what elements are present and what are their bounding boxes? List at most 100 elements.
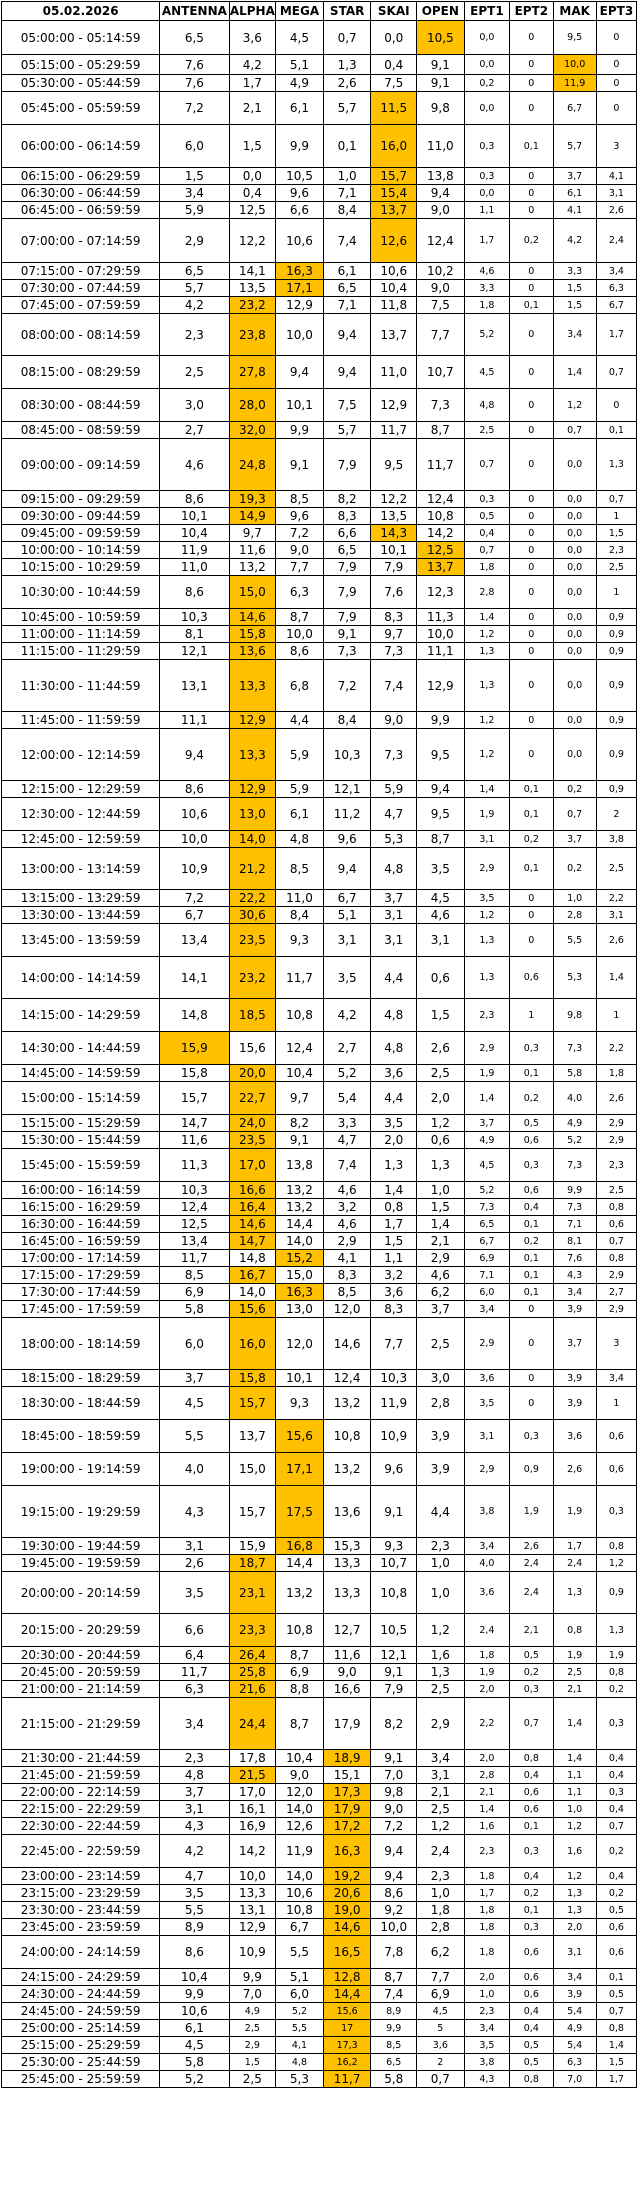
rating-cell: 0,0 — [552, 438, 597, 491]
rating-cell: 4,4 — [415, 1485, 465, 1538]
rating-cell: 1,3 — [370, 1148, 417, 1182]
rating-cell: 11,9 — [275, 1834, 324, 1868]
time-slot: 06:15:00 - 06:29:59 — [0, 167, 161, 185]
rating-cell: 0,1 — [509, 847, 554, 890]
time-slot: 12:30:00 - 12:44:59 — [0, 797, 161, 831]
table-row: 12:30:00 - 12:44:59 10,6 13,0 6,1 11,2 4,7 9,5… — [0, 797, 638, 831]
rating-cell: 12,9 — [275, 296, 324, 314]
rating-cell: 13,2 — [322, 1452, 372, 1486]
table-row: 23:15:00 - 23:29:59 3,5 13,3 10,6 20,6 8,6 1,0… — [0, 1884, 638, 1902]
rating-cell: 11,7 — [159, 1663, 230, 1681]
rating-cell: 17,0 — [228, 1783, 277, 1801]
rating-cell: 8,5 — [159, 1266, 230, 1284]
rating-cell: 0,2 — [595, 1680, 638, 1698]
rating-cell: 3,7 — [159, 1369, 230, 1387]
time-slot: 19:30:00 - 19:44:59 — [0, 1537, 161, 1555]
rating-cell: 7,8 — [370, 1935, 417, 1969]
table-row: 08:00:00 - 08:14:59 2,3 23,8 10,0 9,4 13,7 7,7… — [0, 313, 638, 356]
rating-cell: 10,8 — [415, 507, 465, 525]
rating-cell: 9,6 — [275, 507, 324, 525]
table-row: 22:15:00 - 22:29:59 3,1 16,1 14,0 17,9 9,0 2,5… — [0, 1800, 638, 1818]
rating-cell: 0,0 — [552, 608, 597, 626]
table-row: 09:00:00 - 09:14:59 4,6 24,8 9,1 7,9 9,5 11,7 0… — [0, 438, 638, 491]
table-row: 24:15:00 - 24:29:59 10,4 9,9 5,1 12,8 8,7 7,7 2… — [0, 1968, 638, 1986]
rating-cell: 2,6 — [509, 1537, 554, 1555]
rating-cell: 4,3 — [159, 1817, 230, 1835]
rating-cell: 1,9 — [463, 1064, 511, 1082]
rating-cell: 0,6 — [509, 1181, 554, 1199]
rating-cell: 9,4 — [415, 780, 465, 798]
table-row: 18:00:00 - 18:14:59 6,0 16,0 12,0 14,6 7,7 2,5… — [0, 1317, 638, 1370]
rating-cell: 10,0 — [552, 54, 597, 75]
rating-cell: 3,7 — [552, 167, 597, 185]
table-row: 07:30:00 - 07:44:59 5,7 13,5 17,1 6,5 10,4 9,0… — [0, 279, 638, 297]
rating-cell: 0 — [509, 54, 554, 75]
time-slot: 05:00:00 - 05:14:59 — [0, 20, 161, 55]
table-row: 12:00:00 - 12:14:59 9,4 13,3 5,9 10,3 7,3 9,5 1… — [0, 728, 638, 781]
rating-cell: 0,0 — [463, 20, 511, 55]
table-row: 20:45:00 - 20:59:59 11,7 25,8 6,9 9,0 9,1 1,3 1… — [0, 1663, 638, 1681]
rating-cell: 7,0 — [552, 2070, 597, 2088]
rating-cell: 4,6 — [463, 262, 511, 280]
rating-cell: 17,9 — [322, 1800, 372, 1818]
table-row: 17:15:00 - 17:29:59 8,5 16,7 15,0 8,3 3,2 4,6 7… — [0, 1266, 638, 1284]
rating-cell: 4,3 — [552, 1266, 597, 1284]
rating-cell: 2,4 — [552, 1554, 597, 1572]
rating-cell: 1,4 — [463, 608, 511, 626]
rating-cell: 11,7 — [415, 438, 465, 491]
rating-cell: 1,8 — [463, 1867, 511, 1885]
rating-cell: 0,1 — [509, 296, 554, 314]
time-slot: 23:30:00 - 23:44:59 — [0, 1901, 161, 1919]
rating-cell: 0,1 — [509, 124, 554, 168]
rating-cell: 12,9 — [415, 659, 465, 712]
rating-cell: 4,9 — [228, 2002, 277, 2020]
rating-cell: 9,5 — [370, 438, 417, 491]
rating-cell: 10,3 — [322, 728, 372, 781]
rating-cell: 2,6 — [552, 1452, 597, 1486]
rating-cell: 6,2 — [415, 1935, 465, 1969]
rating-cell: 0 — [509, 1317, 554, 1370]
rating-cell: 8,2 — [370, 1697, 417, 1750]
rating-cell: 3,1 — [159, 1537, 230, 1555]
time-slot: 14:45:00 - 14:59:59 — [0, 1064, 161, 1082]
rating-cell: 3,1 — [370, 923, 417, 957]
rating-cell: 13,8 — [415, 167, 465, 185]
rating-cell: 9,3 — [370, 1537, 417, 1555]
rating-cell: 12,0 — [275, 1317, 324, 1370]
rating-cell: 16,3 — [275, 1283, 324, 1301]
rating-cell: 1,1 — [552, 1766, 597, 1784]
table-row: 06:15:00 - 06:29:59 1,5 0,0 10,5 1,0 15,7 13,8… — [0, 167, 638, 185]
time-slot: 20:00:00 - 20:14:59 — [0, 1571, 161, 1614]
rating-cell: 9,4 — [370, 1867, 417, 1885]
rating-cell: 0,7 — [552, 797, 597, 831]
rating-cell: 0,3 — [463, 167, 511, 185]
rating-cell: 1,0 — [415, 1181, 465, 1199]
rating-cell: 8,9 — [159, 1918, 230, 1936]
rating-cell: 10,7 — [415, 355, 465, 389]
rating-cell: 0,1 — [595, 421, 638, 439]
table-row: 14:45:00 - 14:59:59 15,8 20,0 10,4 5,2 3,6 2,5… — [0, 1064, 638, 1082]
rating-cell: 0,3 — [463, 124, 511, 168]
rating-cell: 0,3 — [595, 1485, 638, 1538]
rating-cell: 15,3 — [322, 1537, 372, 1555]
rating-cell: 5,1 — [275, 1968, 324, 1986]
rating-cell: 0,6 — [415, 1131, 465, 1149]
rating-cell: 1 — [595, 575, 638, 609]
rating-cell: 11,1 — [159, 711, 230, 729]
rating-cell: 1,7 — [370, 1215, 417, 1233]
rating-cell: 3,5 — [463, 2036, 511, 2054]
rating-cell: 0,0 — [463, 91, 511, 125]
rating-cell: 0,7 — [595, 490, 638, 508]
rating-cell: 0 — [509, 91, 554, 125]
table-row: 10:45:00 - 10:59:59 10,3 14,6 8,7 7,9 8,3 11,3… — [0, 608, 638, 626]
time-slot: 21:30:00 - 21:44:59 — [0, 1749, 161, 1767]
table-row: 21:00:00 - 21:14:59 6,3 21,6 8,8 16,6 7,9 2,5 2… — [0, 1680, 638, 1698]
rating-cell: 1,8 — [463, 558, 511, 576]
table-row: 23:00:00 - 23:14:59 4,7 10,0 14,0 19,2 9,4 2,3… — [0, 1867, 638, 1885]
rating-cell: 0,6 — [595, 1452, 638, 1486]
rating-cell: 0,0 — [552, 541, 597, 559]
rating-cell: 0,4 — [228, 184, 277, 202]
rating-cell: 3,9 — [552, 1369, 597, 1387]
rating-cell: 27,8 — [228, 355, 277, 389]
rating-cell: 0,2 — [509, 1663, 554, 1681]
